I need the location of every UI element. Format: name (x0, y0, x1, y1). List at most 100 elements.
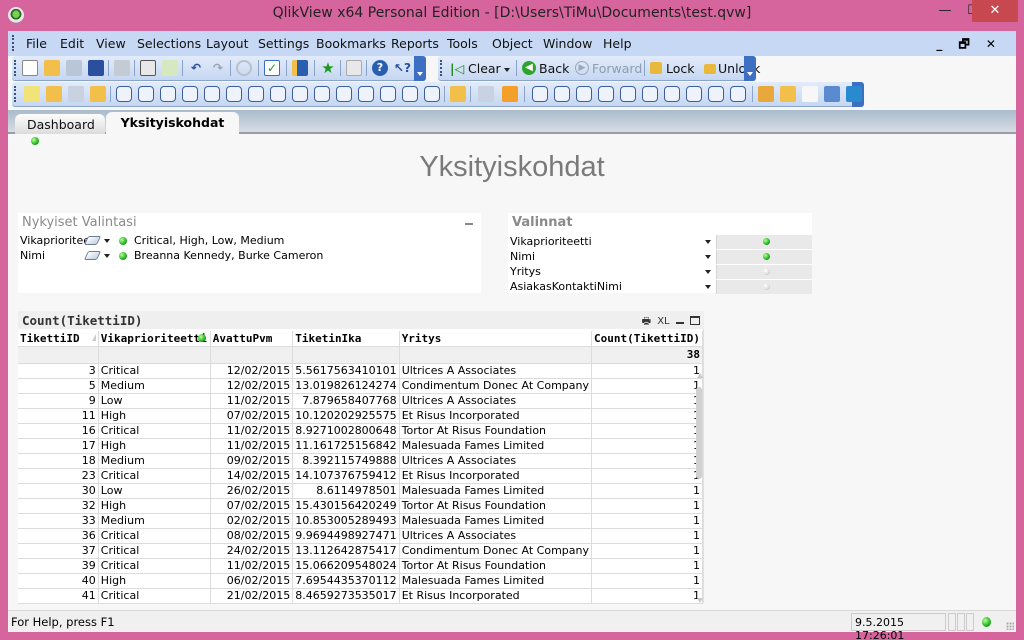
sheet-properties-icon[interactable] (90, 86, 106, 102)
table-viewer-icon[interactable] (824, 86, 840, 102)
column-header-count[interactable]: Count(TikettiID) (591, 331, 703, 347)
current-selections-icon[interactable] (248, 86, 264, 102)
close-button[interactable]: ✕ (972, 0, 1018, 22)
selection-dropdown-arrow-icon[interactable] (104, 239, 110, 243)
multibox-value-cell[interactable] (716, 265, 812, 279)
table-row[interactable]: 37 Critical 24/02/2015 13.112642875417 Condi… (18, 543, 703, 559)
cell-vikaprioriteetti[interactable]: Critical (98, 423, 211, 439)
cell-tikettiid[interactable]: 37 (18, 543, 99, 559)
chart-wizard-time-icon[interactable] (450, 86, 466, 102)
maximize-object-icon[interactable] (690, 316, 700, 325)
cell-tiketinika[interactable]: 11.161725156842 (292, 438, 400, 454)
demote-sheet-icon[interactable] (68, 86, 84, 102)
cell-yritys[interactable]: Tortor At Risus Foundation (399, 498, 593, 514)
table-row[interactable]: 3 Critical 12/02/2015 5.5617563410101 Ultric… (18, 363, 703, 379)
undo-icon[interactable]: ↶ (188, 60, 204, 76)
button-icon[interactable] (270, 86, 286, 102)
chart-wizard-icon[interactable] (292, 60, 308, 76)
cell-vikaprioriteetti[interactable]: Medium (98, 453, 211, 469)
adjust-icon[interactable] (730, 86, 746, 102)
table-row[interactable]: 18 Medium 09/02/2015 8.392115749888 Ultrices… (18, 453, 703, 469)
cell-avattupvm[interactable]: 08/02/2015 (210, 528, 294, 544)
cell-avattupvm[interactable]: 11/02/2015 (210, 558, 294, 574)
bookmark-object-icon[interactable] (358, 86, 374, 102)
back-button[interactable]: Back (539, 61, 569, 76)
text-object-icon[interactable] (292, 86, 308, 102)
align-left-icon[interactable] (532, 86, 548, 102)
cell-tikettiid[interactable]: 18 (18, 453, 99, 469)
scroll-thumb[interactable] (696, 387, 702, 479)
print-icon[interactable]: 🖶 (642, 314, 651, 331)
tab-yksityiskohdat[interactable]: Yksityiskohdat (106, 112, 239, 135)
cell-tiketinika[interactable]: 10.120202925575 (292, 408, 400, 424)
toolbar-grip-icon[interactable] (14, 86, 16, 102)
slider-icon[interactable] (336, 86, 352, 102)
statistics-box-icon[interactable] (138, 86, 154, 102)
grid-icon[interactable] (502, 86, 518, 102)
cell-tikettiid[interactable]: 23 (18, 468, 99, 484)
cell-count[interactable]: 1 (591, 573, 703, 589)
properties-icon[interactable] (346, 60, 362, 76)
cell-tikettiid[interactable]: 41 (18, 588, 99, 604)
eraser-clear-icon[interactable] (83, 236, 102, 245)
lock-button[interactable]: Lock (666, 61, 695, 76)
cell-tiketinika[interactable]: 13.112642875417 (292, 543, 400, 559)
table-row[interactable]: 40 High 06/02/2015 7.6954435370112 Malesuada… (18, 573, 703, 589)
cell-avattupvm[interactable]: 12/02/2015 (210, 363, 294, 379)
multibox-row-yritys[interactable]: Yritys (510, 265, 812, 279)
cell-tiketinika[interactable]: 8.9271002800648 (292, 423, 400, 439)
cell-tikettiid[interactable]: 40 (18, 573, 99, 589)
multibox-icon[interactable] (182, 86, 198, 102)
menu-edit[interactable]: Edit (60, 36, 84, 51)
cell-yritys[interactable]: Malesuada Fames Limited (399, 573, 593, 589)
cell-yritys[interactable]: Et Risus Incorporated (399, 468, 593, 484)
custom-object-icon[interactable] (424, 86, 440, 102)
cell-tikettiid[interactable]: 16 (18, 423, 99, 439)
cell-tikettiid[interactable]: 9 (18, 393, 99, 409)
cell-count[interactable]: 1 (591, 468, 703, 484)
cell-vikaprioriteetti[interactable]: Critical (98, 528, 211, 544)
cell-tikettiid[interactable]: 32 (18, 498, 99, 514)
multibox-row-vikaprioriteetti[interactable]: Vikaprioriteetti (510, 235, 812, 249)
web-view-icon[interactable] (846, 86, 862, 102)
align-top-icon[interactable] (642, 86, 658, 102)
table-row[interactable]: 41 Critical 21/02/2015 8.4659273535017 Et Ri… (18, 588, 703, 604)
cell-avattupvm[interactable]: 24/02/2015 (210, 543, 294, 559)
cell-count[interactable]: 1 (591, 558, 703, 574)
minimize-button[interactable]: — (930, 0, 960, 22)
cell-tiketinika[interactable]: 7.879658407768 (292, 393, 400, 409)
menu-selections[interactable]: Selections (137, 36, 201, 51)
cell-vikaprioriteetti[interactable]: Critical (98, 588, 211, 604)
cell-count[interactable]: 1 (591, 588, 703, 604)
distribute-icon[interactable] (708, 86, 724, 102)
cell-tiketinika[interactable]: 5.5617563410101 (292, 363, 400, 379)
cell-yritys[interactable]: Malesuada Fames Limited (399, 438, 593, 454)
space-vertical-icon[interactable] (664, 86, 680, 102)
menu-bookmarks[interactable]: Bookmarks (316, 36, 386, 51)
cell-count[interactable]: 1 (591, 543, 703, 559)
edit-document-icon[interactable] (802, 86, 818, 102)
cell-tikettiid[interactable]: 3 (18, 363, 99, 379)
cell-vikaprioriteetti[interactable]: Low (98, 483, 211, 499)
cell-avattupvm[interactable]: 02/02/2015 (210, 513, 294, 529)
cell-yritys[interactable]: Et Risus Incorporated (399, 588, 593, 604)
cell-yritys[interactable]: Ultrices A Associates (399, 393, 593, 409)
table-row[interactable]: 32 High 07/02/2015 15.430156420249 Tortor At… (18, 498, 703, 514)
input-box-icon[interactable] (226, 86, 242, 102)
cell-yritys[interactable]: Malesuada Fames Limited (399, 513, 593, 529)
toolbar-overflow-button[interactable] (744, 56, 756, 81)
cell-avattupvm[interactable]: 11/02/2015 (210, 438, 294, 454)
cell-avattupvm[interactable]: 07/02/2015 (210, 498, 294, 514)
column-header-avattupvm[interactable]: AvattuPvm (210, 331, 294, 347)
cell-tiketinika[interactable]: 8.6114978501 (292, 483, 400, 499)
cell-yritys[interactable]: Ultrices A Associates (399, 453, 593, 469)
cell-tiketinika[interactable]: 15.066209548024 (292, 558, 400, 574)
cell-vikaprioriteetti[interactable]: Critical (98, 543, 211, 559)
cell-avattupvm[interactable]: 11/02/2015 (210, 423, 294, 439)
promote-sheet-icon[interactable] (46, 86, 62, 102)
cell-tikettiid[interactable]: 5 (18, 378, 99, 394)
cell-vikaprioriteetti[interactable]: High (98, 573, 211, 589)
forward-button[interactable]: Forward (592, 61, 642, 76)
table-row[interactable]: 9 Low 11/02/2015 7.879658407768 Ultrices A A… (18, 393, 703, 409)
cell-avattupvm[interactable]: 11/02/2015 (210, 393, 294, 409)
